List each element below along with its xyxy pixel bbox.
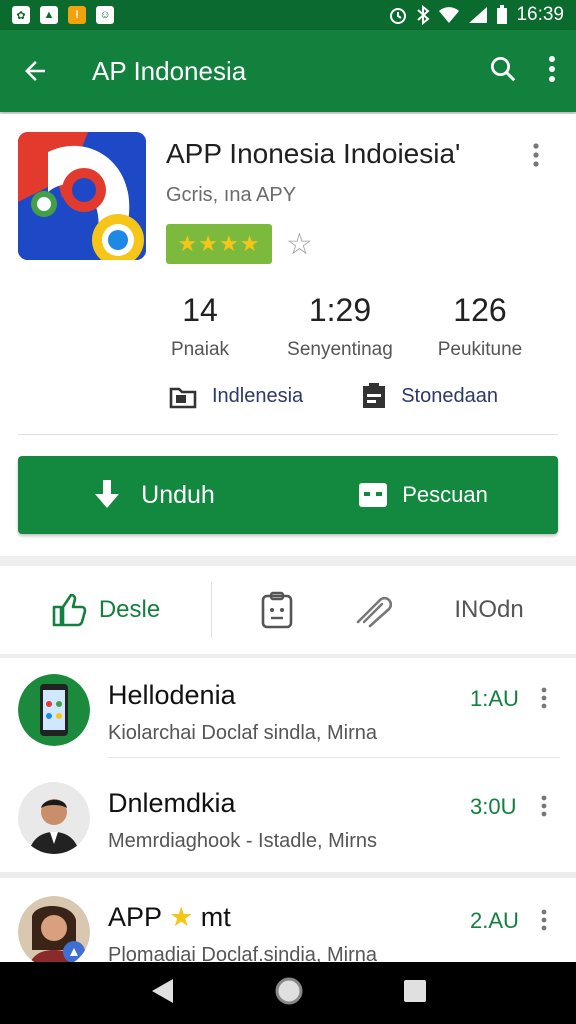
wishlist-button[interactable]: INOdn (402, 566, 576, 654)
search-button[interactable] (488, 54, 518, 89)
app-detail-card: APP Inonesia Indoiesia' Gcris, ına APY ★… (0, 114, 576, 556)
item-time: 1:AU (470, 686, 519, 711)
cta-bar: Unduh Pescuan (18, 456, 558, 534)
list-item[interactable]: Dnlemdkia Memrdiaghook - Istadle, Mirns … (0, 766, 576, 866)
triangle-back-icon (152, 978, 174, 1003)
stat-value: 126 (453, 292, 507, 328)
image-notification-icon: ▲ (40, 6, 58, 24)
section-divider (0, 872, 576, 878)
bluetooth-icon (417, 5, 430, 25)
item-title: APP ★ mt (108, 902, 231, 933)
secondary-button[interactable]: Pescuan (288, 482, 558, 508)
item-title-suffix: mt (200, 902, 231, 932)
app-overflow-button[interactable] (532, 142, 540, 173)
install-label: Unduh (141, 480, 215, 509)
more-vert-icon (533, 143, 539, 167)
more-vert-icon (549, 55, 555, 82)
content-rating-link[interactable]: Stonedaan (361, 382, 498, 410)
folder-tag-icon (169, 387, 197, 409)
alarm-icon (390, 8, 407, 24)
message-notification-icon: ☺ (96, 6, 114, 24)
clipboard-face-icon (261, 591, 293, 629)
app-developer[interactable]: Gcris, ına APY (166, 184, 296, 207)
avatar (18, 896, 90, 968)
stat-label: Peukitune (437, 339, 523, 360)
clipboard-icon (363, 383, 386, 408)
nav-back-button[interactable] (149, 977, 175, 1010)
system-nav-bar (0, 962, 576, 1024)
status-time: 16:39 (516, 4, 564, 25)
meta-row: Indlenesia Stonedaan (168, 382, 498, 410)
item-overflow-button[interactable] (540, 794, 548, 823)
search-icon (491, 56, 516, 81)
nav-home-button[interactable] (274, 976, 304, 1011)
app-bar-title: AP Indonesia (92, 55, 247, 86)
avatar (18, 782, 90, 854)
stats-row: 14 Pnaiak 1:29 Senyentinag 126 Peukitune (130, 292, 550, 361)
notification-icon: ✿ (12, 6, 30, 24)
category-label: Indlenesia (212, 384, 304, 407)
item-subtitle: Memrdiaghook - Istadle, Mirns (108, 830, 377, 852)
item-time: 2.AU (470, 908, 519, 933)
secondary-label: Pescuan (402, 482, 488, 507)
arrow-back-icon (25, 61, 45, 81)
circle-home-icon (275, 977, 303, 1004)
battery-icon (497, 5, 508, 24)
divider (18, 434, 558, 435)
download-icon (95, 480, 120, 508)
back-button[interactable] (20, 51, 60, 91)
like-button[interactable]: Desle (0, 582, 212, 638)
warning-notification-icon: ! (68, 6, 86, 24)
app-bar: AP Indonesia (0, 30, 576, 112)
content-rating-label: Stonedaan (401, 384, 498, 407)
thumbs-up-icon (52, 593, 87, 627)
item-overflow-button[interactable] (540, 908, 548, 937)
divider (108, 757, 560, 758)
overflow-menu-button[interactable] (548, 55, 556, 88)
clipboard-button[interactable] (212, 566, 342, 654)
install-button[interactable]: Unduh (18, 478, 288, 512)
card-icon (359, 483, 388, 507)
stat-label: Senyentinag (287, 339, 393, 360)
wifi-icon (439, 7, 460, 23)
star-outline-icon[interactable]: ☆ (286, 230, 313, 260)
stat-value: 14 (182, 292, 218, 328)
review-list: Hellodenia Kiolarchai Doclaf sindla, Mir… (0, 658, 576, 968)
nav-recents-button[interactable] (403, 979, 427, 1008)
star-icon: ★ (169, 902, 194, 932)
stat-size: 1:29 Senyentinag (270, 292, 410, 361)
like-label: Desle (98, 596, 161, 623)
stat-label: Pnaiak (170, 339, 230, 360)
item-time: 3:0U (470, 794, 517, 819)
signal-icon (469, 7, 488, 23)
stat-downloads: 126 Peukitune (410, 292, 550, 361)
item-title: Dnlemdkia (108, 788, 236, 818)
item-title: Hellodenia (108, 680, 236, 710)
avatar (18, 674, 90, 746)
category-link[interactable]: Indlenesia (168, 382, 303, 410)
app-title: APP Inonesia Indoiesia' (166, 138, 461, 169)
rating-badge: ★★★★ (166, 224, 272, 264)
status-bar: ✿ ▲ ! ☺ 16:39 (0, 0, 576, 30)
paperclip-icon (356, 596, 392, 628)
stat-reviews: 14 Pnaiak (130, 292, 270, 361)
item-title-text: APP (108, 902, 162, 932)
square-recents-icon (403, 979, 426, 1002)
item-overflow-button[interactable] (540, 686, 548, 715)
list-item[interactable]: Hellodenia Kiolarchai Doclaf sindla, Mir… (0, 658, 576, 758)
more-vert-icon (541, 687, 547, 709)
item-subtitle: Kiolarchai Doclaf sindla, Mirna (108, 722, 378, 744)
action-row: Desle INOdn (0, 566, 576, 654)
more-vert-icon (541, 909, 547, 931)
app-icon (18, 132, 146, 260)
stat-value: 1:29 (308, 292, 372, 328)
more-vert-icon (541, 795, 547, 817)
attach-button[interactable] (342, 566, 402, 654)
